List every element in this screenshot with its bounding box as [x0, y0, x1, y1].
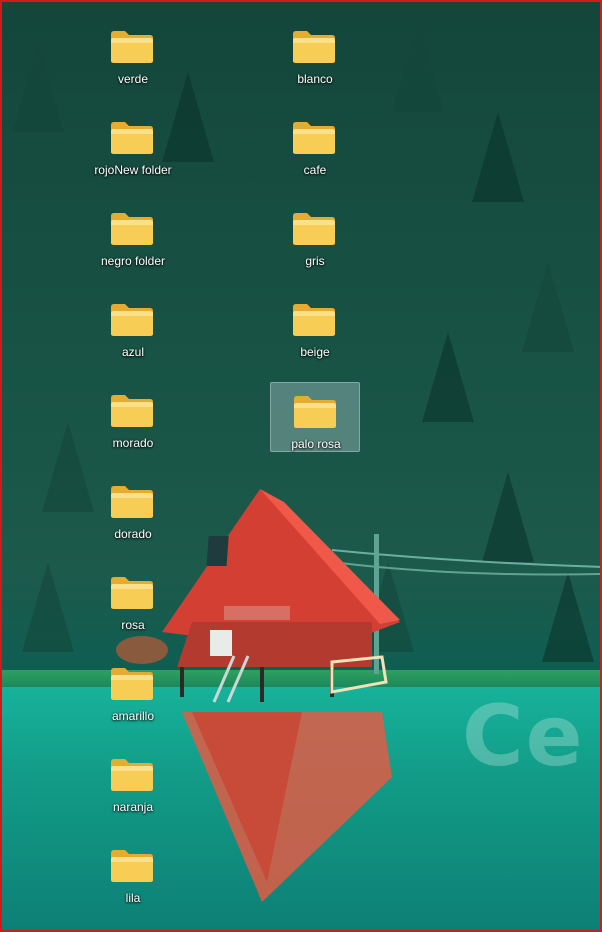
desktop-icon-label: palo rosa: [291, 437, 341, 451]
desktop-icon-label: cafe: [303, 163, 327, 177]
desktop-icon[interactable]: rosa: [88, 564, 178, 634]
folder-icon: [111, 213, 153, 245]
wallpaper-watermark: Ce: [462, 687, 585, 785]
desktop-icon-label: dorado: [114, 527, 152, 541]
desktop-icon-label: morado: [112, 436, 154, 450]
desktop-icon-label: beige: [300, 345, 330, 359]
desktop-icon[interactable]: rojoNew folder: [88, 109, 178, 179]
desktop-icon-label: lila: [125, 891, 141, 905]
folder-icon: [111, 577, 153, 609]
folder-icon: [293, 304, 335, 336]
desktop-icon-label: rojoNew folder: [94, 163, 172, 177]
desktop[interactable]: Ce verde rojoNew folder negro folder azul mo…: [0, 0, 602, 932]
desktop-icon[interactable]: dorado: [88, 473, 178, 543]
desktop-icon-label: blanco: [297, 72, 333, 86]
folder-icon: [293, 31, 335, 63]
desktop-icon-label: verde: [117, 72, 149, 86]
folder-icon: [111, 31, 153, 63]
desktop-icon[interactable]: naranja: [88, 746, 178, 816]
desktop-icon-label: negro folder: [100, 254, 166, 268]
desktop-icon[interactable]: amarillo: [88, 655, 178, 725]
desktop-icon[interactable]: palo rosa: [270, 382, 360, 452]
desktop-icon[interactable]: morado: [88, 382, 178, 452]
folder-icon: [111, 759, 153, 791]
desktop-icon[interactable]: blanco: [270, 18, 360, 88]
desktop-icon[interactable]: cafe: [270, 109, 360, 179]
folder-icon: [111, 122, 153, 154]
desktop-icon[interactable]: beige: [270, 291, 360, 361]
folder-icon: [293, 122, 335, 154]
desktop-icon-label: rosa: [121, 618, 145, 632]
folder-icon: [111, 850, 153, 882]
desktop-icon-label: naranja: [112, 800, 154, 814]
folder-icon: [111, 395, 153, 427]
desktop-icon[interactable]: verde: [88, 18, 178, 88]
folder-icon: [111, 486, 153, 518]
desktop-icon-label: azul: [121, 345, 144, 359]
desktop-icon[interactable]: azul: [88, 291, 178, 361]
folder-icon: [111, 304, 153, 336]
folder-icon: [293, 213, 335, 245]
folder-icon: [294, 396, 336, 428]
desktop-icon[interactable]: lila: [88, 837, 178, 907]
desktop-icon[interactable]: gris: [270, 200, 360, 270]
desktop-icon-label: amarillo: [111, 709, 154, 723]
desktop-icon-label: gris: [305, 254, 325, 268]
folder-icon: [111, 668, 153, 700]
desktop-icon[interactable]: negro folder: [88, 200, 178, 270]
